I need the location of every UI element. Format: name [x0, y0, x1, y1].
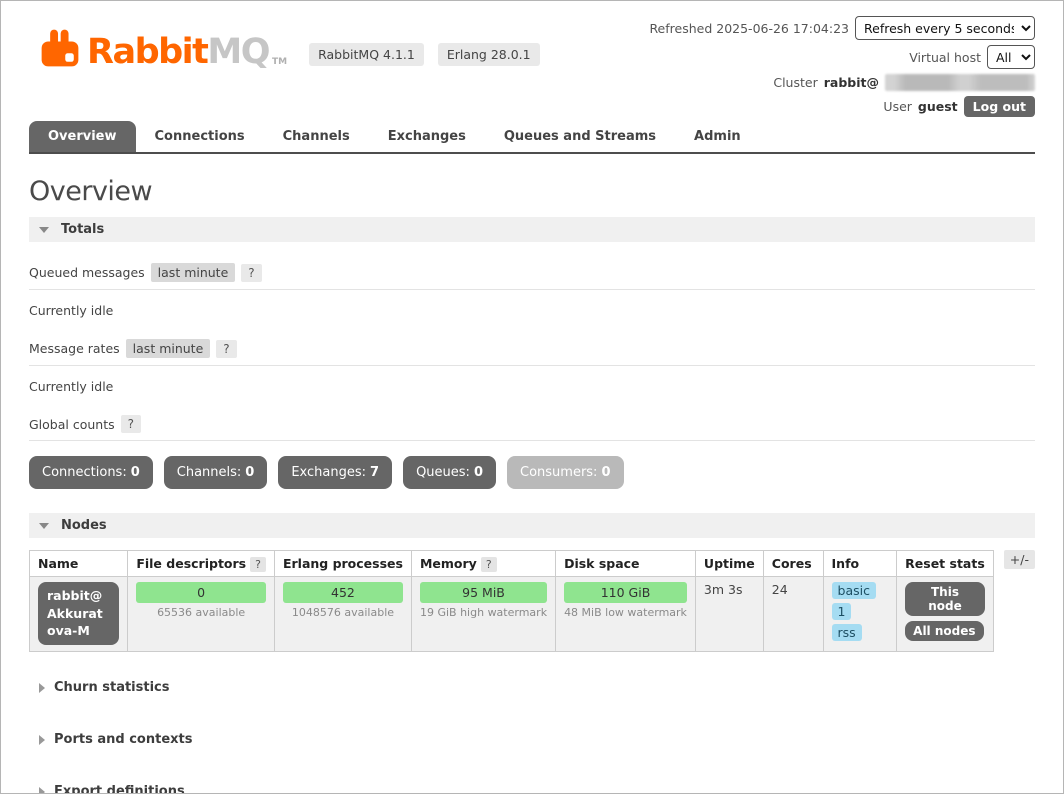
header: RabbitMQ TM RabbitMQ 4.1.1 Erlang 28.0.1… — [1, 1, 1063, 115]
global-counts-row: Global counts ? — [29, 406, 1035, 441]
global-counts-help-icon[interactable]: ? — [121, 415, 141, 433]
user-label: User — [883, 99, 912, 114]
column-toggle-badge[interactable]: +/- — [1004, 550, 1035, 569]
reset-this-node-button[interactable]: This node — [905, 582, 985, 616]
chevron-down-icon — [39, 227, 49, 233]
tab-admin[interactable]: Admin — [675, 121, 760, 152]
reset-all-nodes-button[interactable]: All nodes — [905, 621, 983, 641]
rabbitmq-version-badge: RabbitMQ 4.1.1 — [309, 43, 424, 66]
chevron-right-icon — [39, 735, 45, 745]
brand-wordmark: RabbitMQ — [87, 36, 269, 69]
erlang-processes-cell: 452 1048576 available — [274, 577, 411, 652]
message-rates-status: Currently idle — [29, 366, 1035, 406]
col-info: Info — [823, 551, 897, 577]
cluster-label: Cluster — [773, 75, 817, 90]
memory-help-icon[interactable]: ? — [481, 557, 497, 572]
main-nav-tabs: Overview Connections Channels Exchanges … — [29, 121, 1035, 154]
file-descriptors-help-icon[interactable]: ? — [250, 557, 266, 572]
disk-space-sub: 48 MiB low watermark — [564, 606, 687, 619]
erlang-processes-sub: 1048576 available — [283, 606, 403, 619]
chevron-down-icon — [39, 523, 49, 529]
message-rates-label: Message rates — [29, 341, 120, 356]
exchanges-count-button[interactable]: Exchanges:7 — [278, 456, 392, 489]
section-ports-and-contexts[interactable]: Ports and contexts — [39, 714, 1035, 766]
queued-messages-help-icon[interactable]: ? — [241, 264, 261, 282]
message-rates-row: Message rates last minute ? — [29, 330, 1035, 366]
virtual-host-label: Virtual host — [909, 50, 981, 65]
info-badge-1[interactable]: 1 — [832, 603, 852, 620]
cluster-name-prefix: rabbit@ — [824, 75, 879, 90]
queued-messages-row: Queued messages last minute ? — [29, 254, 1035, 290]
col-disk-space: Disk space — [556, 551, 696, 577]
queued-messages-label: Queued messages — [29, 265, 145, 280]
info-badge-rss[interactable]: rss — [832, 624, 862, 641]
chevron-right-icon — [39, 683, 45, 693]
section-totals-label: Totals — [61, 222, 104, 237]
col-uptime: Uptime — [695, 551, 763, 577]
file-descriptors-cell: 0 65536 available — [128, 577, 275, 652]
rabbitmq-logo-icon — [39, 27, 81, 69]
node-name-badge[interactable]: rabbit@Akkuratova-M — [38, 582, 119, 645]
logout-button[interactable]: Log out — [964, 96, 1035, 117]
memory-meter: 95 MiB — [420, 582, 547, 603]
tab-connections[interactable]: Connections — [136, 121, 264, 152]
refreshed-timestamp: Refreshed 2025-06-26 17:04:23 — [649, 21, 849, 36]
section-nodes-label: Nodes — [61, 518, 107, 533]
global-count-buttons: Connections:0 Channels:0 Exchanges:7 Que… — [29, 456, 1035, 489]
nodes-table-header-row: Name File descriptors? Erlang processes … — [30, 551, 994, 577]
memory-sub: 19 GiB high watermark — [420, 606, 547, 619]
tab-channels[interactable]: Channels — [264, 121, 369, 152]
consumers-count-button[interactable]: Consumers:0 — [507, 456, 624, 489]
info-cell: basic 1 rss — [823, 577, 897, 652]
col-cores: Cores — [763, 551, 823, 577]
channels-count-button[interactable]: Channels:0 — [164, 456, 268, 489]
reset-stats-cell: This node All nodes — [897, 577, 994, 652]
section-export-definitions[interactable]: Export definitions — [39, 766, 1035, 794]
rabbitmq-management-window: RabbitMQ TM RabbitMQ 4.1.1 Erlang 28.0.1… — [0, 0, 1064, 794]
tab-exchanges[interactable]: Exchanges — [369, 121, 485, 152]
message-rates-help-icon[interactable]: ? — [216, 340, 236, 358]
col-name: Name — [30, 551, 128, 577]
col-reset-stats: Reset stats — [897, 551, 994, 577]
queued-messages-status: Currently idle — [29, 290, 1035, 330]
col-file-descriptors: File descriptors? — [128, 551, 275, 577]
rabbitmq-logo[interactable]: RabbitMQ TM — [39, 27, 287, 69]
page-title: Overview — [29, 176, 1035, 207]
file-descriptors-meter: 0 — [136, 582, 266, 603]
tab-overview[interactable]: Overview — [29, 121, 136, 152]
section-nodes[interactable]: Nodes — [29, 513, 1035, 538]
disk-space-cell: 110 GiB 48 MiB low watermark — [556, 577, 696, 652]
nodes-table: Name File descriptors? Erlang processes … — [29, 550, 994, 652]
virtual-host-select[interactable]: All — [987, 45, 1035, 69]
erlang-version-badge: Erlang 28.0.1 — [438, 43, 540, 66]
user-name: guest — [918, 99, 958, 114]
chevron-right-icon — [39, 787, 45, 794]
main-content: Overview Totals Queued messages last min… — [29, 176, 1035, 794]
refresh-interval-select[interactable]: Refresh every 5 seconds — [855, 16, 1035, 40]
queued-messages-range-badge[interactable]: last minute — [151, 263, 236, 282]
tab-queues-and-streams[interactable]: Queues and Streams — [485, 121, 675, 152]
memory-cell: 95 MiB 19 GiB high watermark — [411, 577, 555, 652]
global-counts-label: Global counts — [29, 417, 115, 432]
file-descriptors-sub: 65536 available — [136, 606, 266, 619]
queues-count-button[interactable]: Queues:0 — [403, 456, 496, 489]
col-memory: Memory? — [411, 551, 555, 577]
connections-count-button[interactable]: Connections:0 — [29, 456, 153, 489]
node-name-cell: rabbit@Akkuratova-M — [30, 577, 128, 652]
trademark-label: TM — [272, 57, 287, 67]
message-rates-range-badge[interactable]: last minute — [126, 339, 211, 358]
disk-space-meter: 110 GiB — [564, 582, 687, 603]
node-row: rabbit@Akkuratova-M 0 65536 available 45… — [30, 577, 994, 652]
info-badge-basic[interactable]: basic — [832, 582, 876, 599]
cores-cell: 24 — [763, 577, 823, 652]
col-erlang-processes: Erlang processes — [274, 551, 411, 577]
uptime-cell: 3m 3s — [695, 577, 763, 652]
section-churn-statistics[interactable]: Churn statistics — [39, 662, 1035, 714]
cluster-name-redacted — [885, 74, 1035, 91]
section-totals[interactable]: Totals — [29, 217, 1035, 242]
erlang-processes-meter: 452 — [283, 582, 403, 603]
